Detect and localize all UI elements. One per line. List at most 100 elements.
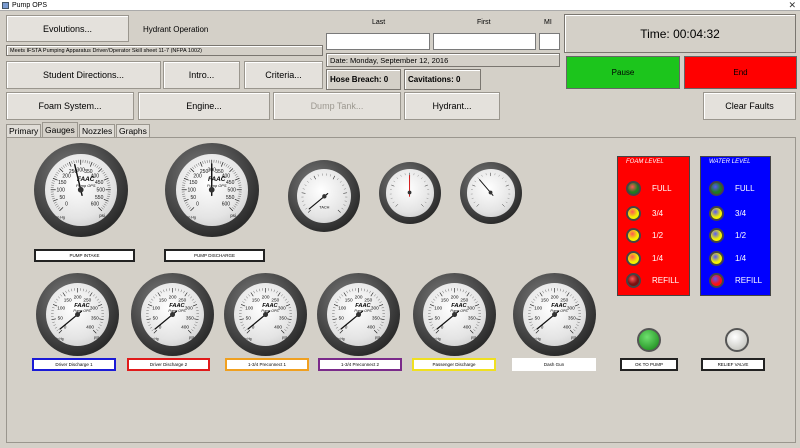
- student-directions-button[interactable]: Student Directions...: [6, 61, 161, 89]
- tick-mark: [476, 318, 481, 320]
- tick-mark: [469, 294, 472, 297]
- end-button[interactable]: End: [684, 56, 797, 89]
- dump-tank-button[interactable]: Dump Tank...: [273, 92, 401, 120]
- tick-mark: [192, 304, 198, 307]
- tick-mark: [285, 326, 289, 329]
- tick-mark: [104, 204, 107, 206]
- tick-mark: [183, 180, 187, 182]
- tick-mark: [439, 292, 443, 297]
- tick-mark: [284, 298, 288, 301]
- tick-mark: [146, 318, 151, 320]
- tick-mark: [307, 209, 311, 213]
- tick-mark: [381, 307, 385, 309]
- tick-mark: [285, 304, 291, 307]
- tick-mark: [537, 294, 540, 297]
- foam-1-2-led: [626, 228, 641, 243]
- tick-mark: [573, 329, 576, 332]
- water-refill-label: REFILL: [735, 276, 763, 285]
- window-title: Pump OPS: [12, 2, 48, 9]
- tick-mark: [189, 207, 192, 210]
- clear-faults-button[interactable]: Clear Faults: [703, 92, 796, 120]
- criteria-button[interactable]: Criteria...: [244, 61, 323, 89]
- tick-mark: [187, 329, 192, 334]
- tick-mark: [435, 329, 440, 334]
- tick-mark: [378, 326, 382, 329]
- unit-label: psi: [471, 335, 476, 339]
- tick-label: 100: [245, 305, 253, 311]
- tick-mark: [185, 202, 188, 204]
- tick-mark: [476, 324, 479, 326]
- tab-graphs[interactable]: Graphs: [116, 124, 150, 137]
- tick-mark: [241, 324, 244, 326]
- tick-mark: [569, 294, 572, 297]
- tab-gauges[interactable]: Gauges: [42, 122, 78, 137]
- tick-mark: [397, 177, 399, 180]
- tick-mark: [157, 292, 161, 297]
- water-full-led: [709, 181, 724, 196]
- relief-valve-label: RELIEF VALVE: [701, 358, 765, 371]
- tick-mark: [235, 204, 238, 206]
- tick-mark: [54, 301, 57, 303]
- tick-mark: [476, 204, 480, 208]
- tick-mark: [194, 324, 197, 326]
- tick-mark: [548, 288, 550, 292]
- tick-label: 400: [86, 325, 94, 331]
- operation-label: Hydrant Operation: [143, 25, 209, 34]
- hydrant-button[interactable]: Hydrant...: [404, 92, 500, 120]
- tick-mark: [56, 329, 59, 332]
- foam-system-button[interactable]: Foam System...: [6, 92, 134, 120]
- tick-label: 300: [567, 305, 575, 311]
- foam-1-4-label: 1/4: [652, 254, 664, 263]
- tick-mark: [236, 202, 239, 204]
- tick-mark: [502, 204, 506, 208]
- tick-mark: [148, 324, 151, 326]
- passenger-discharge-gauge: 0 50 100 150 200 250 300 350 400 FAAC Pump OPS psi i…: [413, 273, 496, 356]
- first-name-input[interactable]: [433, 33, 536, 50]
- tick-mark: [426, 198, 429, 200]
- tick-mark: [202, 161, 204, 165]
- close-icon[interactable]: ✕: [788, 0, 796, 11]
- tick-mark: [150, 298, 154, 301]
- tick-mark: [229, 167, 232, 170]
- tick-mark: [242, 326, 246, 329]
- tick-mark: [85, 289, 87, 293]
- tick-mark: [393, 202, 395, 204]
- intro-button[interactable]: Intro...: [163, 61, 240, 89]
- tick-mark: [569, 329, 574, 334]
- tick-mark: [153, 329, 158, 334]
- tick-mark: [429, 304, 435, 307]
- evolutions-button[interactable]: Evolutions...: [6, 15, 129, 42]
- tab-primary[interactable]: Primary: [6, 124, 42, 137]
- pause-button[interactable]: Pause: [566, 56, 680, 89]
- tick-mark: [502, 177, 504, 180]
- tick-mark: [242, 301, 245, 303]
- tick-label: 150: [541, 297, 549, 303]
- tick-label: 350: [279, 316, 287, 322]
- tick-mark: [238, 196, 242, 198]
- last-name-input[interactable]: [326, 33, 430, 50]
- tick-mark: [379, 301, 382, 303]
- tick-mark: [57, 296, 60, 299]
- tick-mark: [437, 294, 440, 297]
- tick-mark: [163, 289, 165, 293]
- ok-to-pump-light: [637, 328, 661, 352]
- pump-discharge-label: PUMP DISCHARGE: [164, 249, 265, 262]
- tick-label: 350: [186, 316, 194, 322]
- tick-label: 150: [159, 297, 167, 303]
- tick-mark: [277, 292, 281, 297]
- tick-mark: [286, 301, 289, 303]
- middle-initial-input[interactable]: [539, 33, 560, 50]
- engine-button[interactable]: Engine...: [138, 92, 270, 120]
- tick-mark: [146, 307, 150, 309]
- tab-nozzles[interactable]: Nozzles: [79, 124, 116, 137]
- passenger-discharge-label: Passenger Discharge: [412, 358, 496, 371]
- tick-mark: [224, 163, 226, 166]
- needle-hub: [451, 311, 458, 318]
- tick-mark: [246, 329, 251, 334]
- tick-mark: [448, 288, 450, 292]
- water-1-4-label: 1/4: [735, 254, 747, 263]
- tick-mark: [73, 160, 75, 164]
- date-display: Date: Monday, September 12, 2016: [326, 53, 560, 67]
- tick-mark: [59, 168, 64, 173]
- tick-mark: [52, 198, 56, 200]
